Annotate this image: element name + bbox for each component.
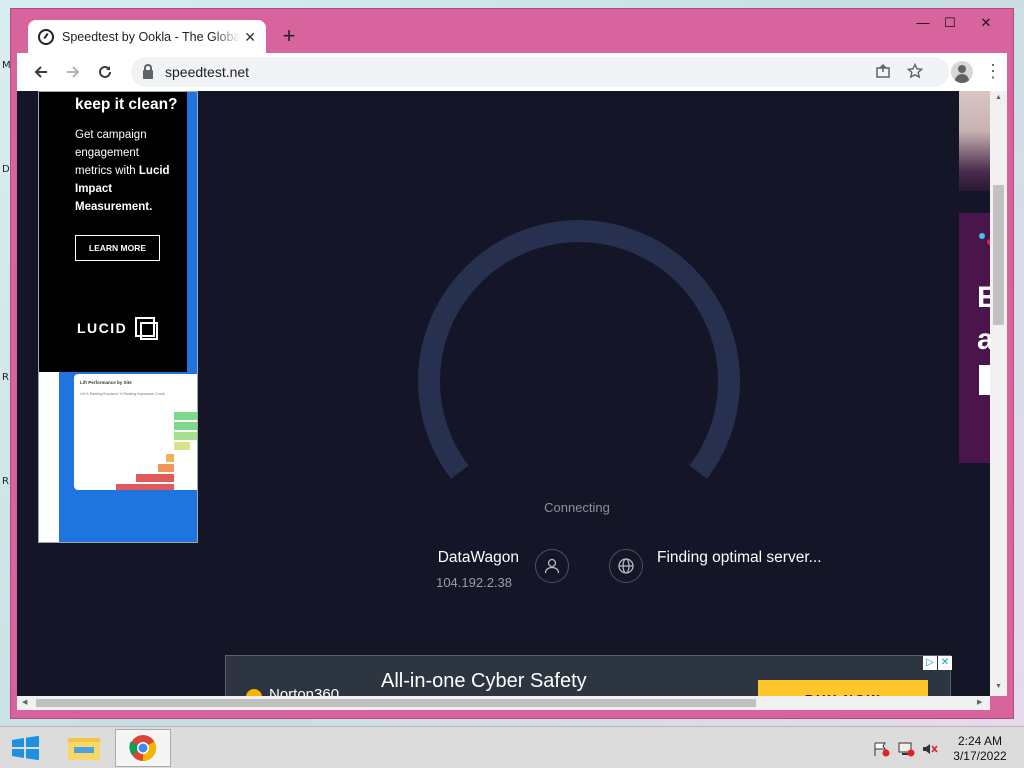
network-icon[interactable] — [897, 741, 915, 757]
horizontal-scrollbar[interactable]: ◀ ▶ — [17, 696, 990, 710]
ad-body-line: Get campaign engagement metrics with — [75, 129, 147, 177]
share-icon[interactable] — [875, 63, 891, 83]
browser-menu-icon[interactable]: ⋮ — [983, 61, 1003, 83]
page-viewport: keep it clean? Get campaign engagement m… — [17, 91, 990, 696]
clock-time: 2:24 AM — [957, 734, 1003, 748]
system-clock[interactable]: 2:24 AM 3/17/2022 — [948, 734, 1012, 764]
browser-toolbar: speedtest.net ⋮ — [17, 53, 1007, 91]
norton-brand: Norton360 — [269, 686, 340, 696]
ad-chart-bar — [116, 484, 174, 490]
address-bar[interactable]: speedtest.net — [131, 57, 949, 87]
ad-chart-bar — [166, 454, 174, 462]
ad-card-title: Lift Performance by Site — [80, 380, 132, 385]
right-ad-top[interactable] — [959, 91, 990, 191]
ad-right-button[interactable] — [979, 365, 990, 395]
url-text[interactable]: speedtest.net — [165, 64, 249, 80]
start-button[interactable] — [0, 729, 56, 767]
speedtest-favicon-icon — [38, 29, 54, 45]
ad-close-icon[interactable]: ✕ — [938, 656, 952, 670]
ad-right-text: E — [977, 281, 990, 314]
tab-title: Speedtest by Ookla - The Global Broadban… — [62, 30, 240, 44]
lock-icon[interactable] — [143, 63, 153, 79]
slack-ad-banner[interactable]: E a — [959, 213, 990, 463]
volume-muted-icon[interactable] — [921, 741, 939, 757]
ad-body-text: Get campaign engagement metrics with Luc… — [75, 126, 175, 216]
file-explorer-icon[interactable] — [56, 729, 112, 767]
profile-avatar-icon[interactable] — [951, 61, 973, 83]
globe-icon[interactable] — [609, 549, 643, 583]
back-arrow-icon[interactable] — [28, 59, 54, 85]
scroll-thumb[interactable] — [36, 699, 756, 707]
norton-check-icon — [246, 689, 262, 696]
ad-chart-bar — [174, 442, 190, 450]
desktop-icon-label[interactable]: R — [2, 372, 9, 383]
vertical-scrollbar[interactable]: ▲ ▼ — [990, 91, 1007, 696]
flag-notification-icon[interactable] — [872, 741, 890, 757]
learn-more-button[interactable]: LEARN MORE — [75, 235, 160, 261]
slack-logo-icon — [979, 233, 985, 239]
desktop-icon-label[interactable]: D — [2, 164, 10, 175]
bookmark-star-icon[interactable] — [906, 62, 924, 83]
close-window-button[interactable]: ✕ — [971, 13, 1001, 33]
gauge-track — [418, 220, 740, 479]
ad-chart-bar — [174, 412, 197, 420]
browser-window: Speedtest by Ookla - The Global Broadban… — [10, 8, 1014, 719]
ad-headline: All-in-one Cyber Safety — [381, 670, 587, 692]
scroll-right-icon[interactable]: ▶ — [977, 698, 982, 706]
scroll-up-icon[interactable]: ▲ — [995, 94, 1002, 101]
ad-headline: keep it clean? — [75, 96, 178, 113]
windows-logo-icon — [12, 735, 39, 761]
norton-ad-banner[interactable]: Norton360 All-in-one Cyber Safety BUY NO… — [225, 655, 952, 696]
forward-arrow-icon[interactable] — [60, 59, 86, 85]
ad-chart-card: Lift Performance by Site Lift % Ranking … — [74, 374, 197, 490]
taskbar: 2:24 AM 3/17/2022 — [0, 726, 1024, 768]
new-tab-button[interactable]: + — [277, 25, 301, 49]
ad-card-tabs: Lift % Ranking Exposure % Ranking Impres… — [80, 392, 165, 396]
scroll-down-icon[interactable]: ▼ — [995, 683, 1002, 690]
isp-name: DataWagon — [437, 549, 519, 566]
adchoices-icon[interactable]: ▷ — [923, 656, 937, 670]
maximize-button[interactable]: ☐ — [935, 13, 965, 33]
chrome-taskbar-icon[interactable] — [115, 729, 171, 767]
ad-chart-bar — [174, 422, 197, 430]
reload-icon[interactable] — [92, 59, 118, 85]
buy-now-button[interactable]: BUY NOW — [758, 680, 928, 696]
scroll-thumb[interactable] — [993, 185, 1004, 325]
speed-gauge — [418, 220, 740, 479]
lucid-logo-icon — [135, 317, 158, 340]
desktop-icon-label[interactable]: R — [2, 476, 9, 487]
ad-chart-bar — [158, 464, 174, 472]
isp-ip-address: 104.192.2.38 — [436, 575, 512, 590]
title-bar[interactable]: Speedtest by Ookla - The Global Broadban… — [11, 9, 1013, 54]
server-status: Finding optimal server... — [657, 549, 822, 566]
minimize-button[interactable]: — — [908, 13, 938, 33]
tab-close-button[interactable]: ✕ — [244, 29, 256, 46]
browser-tab[interactable]: Speedtest by Ookla - The Global Broadban… — [28, 20, 266, 54]
user-icon[interactable] — [535, 549, 569, 583]
connection-status: Connecting — [544, 500, 610, 515]
scroll-left-icon[interactable]: ◀ — [22, 698, 27, 706]
ad-chart-bar — [136, 474, 174, 482]
clock-date: 3/17/2022 — [953, 749, 1007, 763]
ad-right-text: a — [977, 323, 990, 356]
lucid-logo: LUCID — [77, 320, 128, 336]
ad-chart-bar — [174, 432, 197, 440]
lucid-ad-banner[interactable]: keep it clean? Get campaign engagement m… — [38, 91, 198, 543]
